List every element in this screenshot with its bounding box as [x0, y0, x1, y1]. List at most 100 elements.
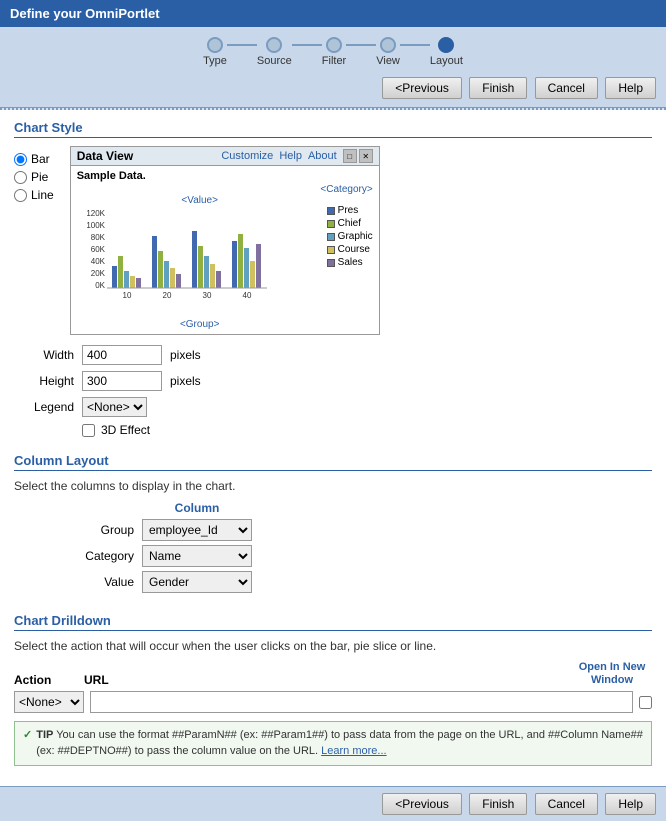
- drilldown-action-select[interactable]: <None>: [14, 691, 84, 713]
- step-line-1: [227, 44, 257, 46]
- height-row: Height pixels: [14, 371, 652, 391]
- chart-style-section: Chart Style Bar Pie Line: [14, 120, 652, 437]
- radio-bar-label[interactable]: Bar: [14, 152, 54, 166]
- radio-line-label[interactable]: Line: [14, 188, 54, 202]
- effect3d-checkbox[interactable]: [82, 424, 95, 437]
- legend-graphic: Graphic: [327, 231, 373, 242]
- tip-prefix: TIP: [36, 729, 53, 741]
- step-source-circle: [266, 37, 282, 53]
- step-type[interactable]: Type: [203, 37, 227, 67]
- effect3d-label: 3D Effect: [101, 423, 150, 437]
- chart-legend: Pres Chief Graphic: [327, 195, 373, 330]
- width-row: Width pixels: [14, 345, 652, 365]
- help-button-top[interactable]: Help: [605, 77, 656, 99]
- drilldown-new-window-checkbox[interactable]: [639, 696, 652, 709]
- svg-text:100K: 100K: [86, 221, 105, 230]
- step-view[interactable]: View: [376, 37, 400, 67]
- drilldown-desc: Select the action that will occur when t…: [14, 639, 652, 653]
- bottom-toolbar: <Previous Finish Cancel Help: [0, 786, 666, 821]
- legend-chief-label: Chief: [338, 218, 361, 229]
- drilldown-section: Chart Drilldown Select the action that w…: [14, 613, 652, 766]
- sample-data-title: Sample Data.: [77, 170, 373, 182]
- category-label-text: Category: [74, 549, 134, 563]
- finish-button-bottom[interactable]: Finish: [469, 793, 527, 815]
- col-right-content: Column Group employee_Id Name Gender Dep…: [74, 501, 260, 597]
- step-line-3: [346, 44, 376, 46]
- close-icon[interactable]: ✕: [359, 149, 373, 163]
- step-view-label: View: [376, 55, 400, 67]
- svg-text:40K: 40K: [90, 257, 105, 266]
- category-row: Category employee_Id Name Gender Dept: [74, 545, 260, 567]
- previous-button-bottom[interactable]: <Previous: [382, 793, 462, 815]
- width-input[interactable]: [82, 345, 162, 365]
- radio-line[interactable]: [14, 189, 27, 202]
- main-content: Chart Style Bar Pie Line: [0, 110, 666, 786]
- legend-row: Legend <None> Top Bottom Left Right: [14, 397, 652, 417]
- previous-button-top[interactable]: <Previous: [382, 77, 462, 99]
- drilldown-action-header: Action: [14, 673, 84, 687]
- cancel-button-top[interactable]: Cancel: [535, 77, 598, 99]
- data-view-icons: □ ✕: [343, 149, 373, 163]
- group-label-text: Group: [74, 523, 134, 537]
- steps-container: Type Source Filter View Layout: [203, 37, 463, 67]
- help-button-bottom[interactable]: Help: [605, 793, 656, 815]
- width-label: Width: [14, 348, 74, 362]
- cancel-button-bottom[interactable]: Cancel: [535, 793, 598, 815]
- svg-text:120K: 120K: [86, 209, 105, 218]
- tip-box: ✓ TIP You can use the format ##ParamN## …: [14, 721, 652, 766]
- value-select[interactable]: employee_Id Name Gender Dept: [142, 571, 252, 593]
- step-layout-circle: [438, 37, 454, 53]
- legend-label: Legend: [14, 400, 74, 414]
- value-label: <Value>: [77, 195, 323, 206]
- column-layout-section: Column Layout Select the columns to disp…: [14, 453, 652, 597]
- step-layout-label: Layout: [430, 55, 463, 67]
- legend-pres-label: Pres: [338, 205, 359, 216]
- drilldown-url-input[interactable]: [90, 691, 633, 713]
- learn-more-link[interactable]: Learn more...: [321, 745, 386, 757]
- effect3d-row: 3D Effect: [14, 423, 652, 437]
- radio-pie-label[interactable]: Pie: [14, 170, 54, 184]
- svg-text:80K: 80K: [90, 233, 105, 242]
- pin-icon[interactable]: □: [343, 149, 357, 163]
- chart-canvas: <Value> 120K 100K 80K 60K 40K 20K 0K: [77, 195, 323, 330]
- radio-bar[interactable]: [14, 153, 27, 166]
- drilldown-window-header: Open In New Window: [572, 661, 652, 687]
- finish-button-top[interactable]: Finish: [469, 77, 527, 99]
- step-filter[interactable]: Filter: [322, 37, 346, 67]
- tip-text: TIP You can use the format ##ParamN## (e…: [36, 728, 643, 759]
- drilldown-url-header: URL: [84, 673, 572, 687]
- group-label: <Group>: [77, 319, 323, 330]
- column-layout-header: Column Layout: [14, 453, 652, 471]
- chart-area: <Value> 120K 100K 80K 60K 40K 20K 0K: [77, 195, 373, 330]
- step-filter-circle: [326, 37, 342, 53]
- about-link[interactable]: About: [308, 150, 337, 162]
- step-type-circle: [207, 37, 223, 53]
- value-label-text: Value: [74, 575, 134, 589]
- column-layout-content: Column Group employee_Id Name Gender Dep…: [14, 501, 652, 597]
- width-unit: pixels: [170, 348, 201, 362]
- legend-sales-label: Sales: [338, 257, 363, 268]
- radio-pie[interactable]: [14, 171, 27, 184]
- data-view-panel: Data View Customize Help About □ ✕ Sampl…: [70, 146, 380, 335]
- customize-link[interactable]: Customize: [221, 150, 273, 162]
- drilldown-row: <None>: [14, 691, 652, 713]
- drilldown-header: Chart Drilldown: [14, 613, 652, 631]
- legend-course-label: Course: [338, 244, 370, 255]
- height-input[interactable]: [82, 371, 162, 391]
- chart-settings: Width pixels Height pixels Legend <None>…: [14, 345, 652, 437]
- chart-svg: 120K 100K 80K 60K 40K 20K 0K: [77, 206, 297, 316]
- step-line-2: [292, 44, 322, 46]
- legend-pres: Pres: [327, 205, 373, 216]
- step-filter-label: Filter: [322, 55, 346, 67]
- svg-text:20: 20: [162, 291, 171, 300]
- category-select[interactable]: employee_Id Name Gender Dept: [142, 545, 252, 567]
- legend-sales: Sales: [327, 257, 373, 268]
- help-link[interactable]: Help: [279, 150, 302, 162]
- legend-select[interactable]: <None> Top Bottom Left Right: [82, 397, 147, 417]
- step-source[interactable]: Source: [257, 37, 292, 67]
- group-select[interactable]: employee_Id Name Gender Dept: [142, 519, 252, 541]
- legend-course-box: [327, 246, 335, 254]
- step-layout[interactable]: Layout: [430, 37, 463, 67]
- step-view-circle: [380, 37, 396, 53]
- data-view-links: Customize Help About: [221, 150, 336, 162]
